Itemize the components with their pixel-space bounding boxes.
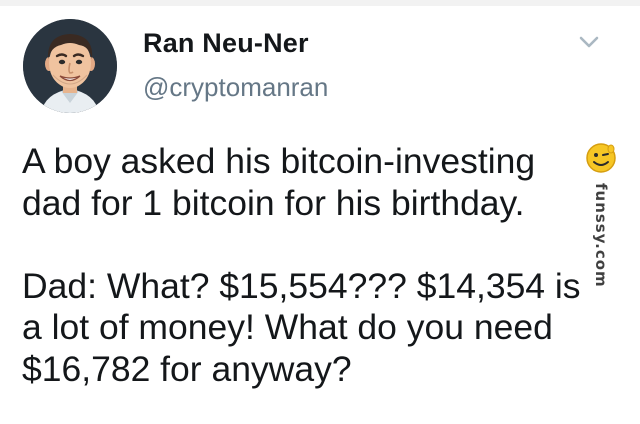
tweet-line: dad for 1 bitcoin for his birthday. xyxy=(22,182,525,223)
tweet-card: Ran Neu-Ner @cryptomanran A boy asked hi… xyxy=(0,0,640,424)
chevron-down-icon[interactable] xyxy=(578,34,600,50)
tweet-paragraph: A boy asked his bitcoin-investing dad fo… xyxy=(22,141,622,224)
tweet-body: A boy asked his bitcoin-investing dad fo… xyxy=(22,141,622,390)
tweet-line: Dad: What? $15,554??? $14,354 is xyxy=(22,265,581,306)
smiley-face-icon xyxy=(586,143,616,173)
tweet-line: A boy asked his bitcoin-investing xyxy=(22,141,536,181)
tweet-line: $16,782 for anyway? xyxy=(22,348,352,389)
watermark-text: funssy.com xyxy=(592,183,610,288)
author-handle[interactable]: @cryptomanran xyxy=(143,72,328,103)
avatar-illustration xyxy=(23,19,117,113)
chevron-down-glyph xyxy=(579,36,599,48)
tweet-line: a lot of money! What do you need xyxy=(22,307,553,347)
avatar[interactable] xyxy=(23,19,117,113)
tweet-paragraph: Dad: What? $15,554??? $14,354 is a lot o… xyxy=(22,266,622,391)
top-divider xyxy=(0,0,640,6)
author-display-name[interactable]: Ran Neu-Ner xyxy=(143,28,309,59)
